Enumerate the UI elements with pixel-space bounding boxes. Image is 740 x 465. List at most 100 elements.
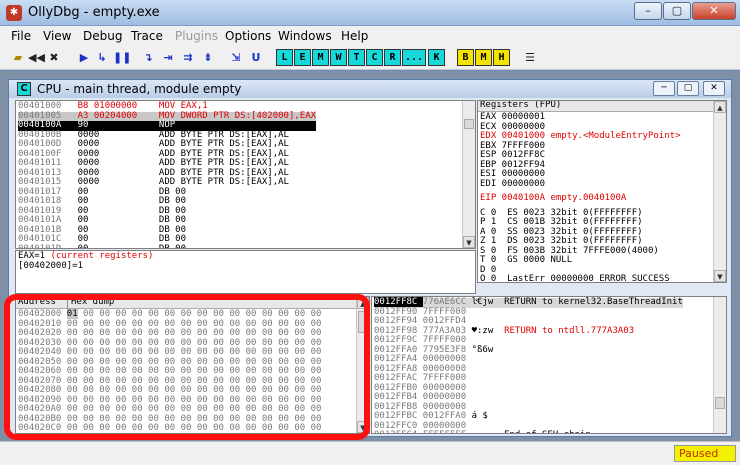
dump-address: 00402010 <box>18 318 67 329</box>
run-trace-button[interactable]: ... <box>402 49 426 66</box>
scroll-down-arrow[interactable]: ▼ <box>463 236 475 248</box>
disassembly-pane[interactable]: 00401000 B8 01000000 MOV EAX,1 00401005 A… <box>15 100 476 249</box>
references-button[interactable]: R <box>384 49 401 66</box>
menu-debug[interactable]: Debug <box>83 29 122 43</box>
scrollbar-thumb[interactable] <box>464 119 474 129</box>
stack-comment: RETURN to ntdll.777A3A03 <box>504 325 635 336</box>
menu-plugins[interactable]: Plugins <box>175 29 218 43</box>
dump-row[interactable]: 004020C0 00 00 00 00 00 00 00 00 00 00 0… <box>18 423 322 433</box>
disasm-instruction: DB 00 <box>158 215 186 225</box>
column-address[interactable]: Address <box>18 297 56 308</box>
windows-button[interactable]: W <box>330 49 347 66</box>
stack-value: 00000000 <box>422 363 472 374</box>
scrollbar-thumb[interactable] <box>715 397 725 409</box>
stack-comment: RETURN to kernel32.BaseThreadInit <box>504 297 683 307</box>
stack-value: 00000000 <box>422 392 472 402</box>
go-to-icon[interactable]: ⇲ <box>228 49 244 66</box>
dump-bytes: 00 00 00 00 00 00 00 00 00 00 00 00 00 0… <box>66 423 322 433</box>
stack-address: 0012FFB4 <box>374 392 423 402</box>
disasm-row[interactable]: 0040101D 00 DB 00 <box>18 243 316 249</box>
stack-ascii <box>472 354 505 364</box>
menu-trace[interactable]: Trace <box>131 29 163 43</box>
rewind-icon[interactable]: ◀◀ <box>28 49 45 66</box>
disasm-address: 0040101A <box>18 215 73 225</box>
column-hex-dump[interactable]: Hex dump <box>71 297 114 308</box>
stack-scrollbar[interactable] <box>713 297 726 433</box>
threads-button[interactable]: T <box>348 49 365 66</box>
menu-file[interactable]: File <box>11 29 31 43</box>
dump-bytes: 00 00 00 00 00 00 00 00 00 00 00 00 00 0… <box>66 385 322 395</box>
scroll-down-arrow[interactable]: ▼ <box>357 421 369 433</box>
stack-ascii <box>472 430 505 433</box>
dump-bytes: 00 00 00 00 00 00 00 00 00 00 00 00 00 0… <box>66 404 322 414</box>
dump-address: 004020A0 <box>18 404 67 414</box>
stack-ascii <box>472 421 505 431</box>
stack-ascii <box>472 316 505 326</box>
cpu-minimize-button[interactable]: ─ <box>653 81 675 96</box>
close-icon[interactable]: ✖ <box>46 49 62 66</box>
disasm-address: 00401011 <box>18 158 73 168</box>
cpu-close-button[interactable]: ✕ <box>703 81 725 96</box>
registers-scrollbar[interactable]: ▲ ▼ <box>713 101 726 282</box>
user-code-icon[interactable]: U <box>248 49 264 66</box>
open-icon[interactable]: ▰ <box>10 49 26 66</box>
call-stack-button[interactable]: K <box>428 49 445 66</box>
maximize-button[interactable]: ▢ <box>663 2 691 20</box>
stack-value: 7FFFF000 <box>422 306 472 317</box>
disassembly-scrollbar[interactable]: ▼ <box>462 101 475 248</box>
dump-bytes: 00 00 00 00 00 00 00 00 00 00 00 00 00 0… <box>66 394 322 405</box>
breakpoints-button[interactable]: B <box>457 49 474 66</box>
hardware-breakpoints-button[interactable]: H <box>493 49 510 66</box>
hex-dump-scrollbar[interactable]: ▲ ▼ <box>356 297 369 433</box>
scroll-up-arrow[interactable]: ▲ <box>714 101 726 113</box>
menu-view[interactable]: View <box>43 29 71 43</box>
stack-comment: End of SEH chain <box>504 430 591 433</box>
disasm-address: 00401013 <box>18 167 73 178</box>
trace-over-icon[interactable]: ⇉ <box>180 49 196 66</box>
info-pane: EAX=1 (current registers) [00402000]=1 <box>15 250 476 294</box>
memory-breakpoints-button[interactable]: M <box>475 49 492 66</box>
disasm-instruction: ADD BYTE PTR DS:[EAX],AL <box>158 139 289 149</box>
disasm-instruction: NOP <box>158 120 176 130</box>
run-icon[interactable]: ▶ <box>76 49 92 66</box>
cpu-button[interactable]: C <box>366 49 383 66</box>
dump-address: 00402080 <box>18 385 67 395</box>
stack-row[interactable]: 0012FFC4 FFFFFFFF End of SEH chain <box>374 430 683 433</box>
menu-options[interactable]: Options <box>225 29 271 43</box>
registers-pane[interactable]: Registers (FPU) EAX 00000001 ECX 00000000… <box>477 100 727 283</box>
scrollbar-thumb[interactable] <box>358 311 368 333</box>
stack-value: 7795E3F8 <box>422 344 472 355</box>
stack-address: 0012FF8C <box>374 297 423 307</box>
step-over-icon[interactable]: ↴ <box>140 49 156 66</box>
pause-icon[interactable]: ❚❚ <box>113 49 131 66</box>
register-row: EDI 00000000 <box>480 178 546 189</box>
disasm-address: 0040100B <box>18 129 73 140</box>
memory-map-button[interactable]: M <box>312 49 329 66</box>
disasm-hex: 0000 <box>77 129 149 140</box>
registers-header: Registers (FPU) <box>478 101 715 112</box>
menu-help[interactable]: Help <box>341 29 368 43</box>
disasm-instruction: ADD BYTE PTR DS:[EAX],AL <box>158 148 289 159</box>
disasm-hex: 00 <box>77 243 149 249</box>
step-into-icon[interactable]: ↳ <box>94 49 110 66</box>
stack-ascii <box>472 402 505 412</box>
close-button[interactable]: ✕ <box>692 2 736 20</box>
execute-till-return-icon[interactable]: ⇟ <box>200 49 216 66</box>
stack-ascii: °ß6w <box>471 344 505 355</box>
disasm-address: 00401015 <box>18 177 73 187</box>
hex-dump-pane[interactable]: Address Hex dump 00402000 01 00 00 00 00… <box>15 296 370 434</box>
scroll-up-arrow[interactable]: ▲ <box>357 297 369 309</box>
executables-button[interactable]: E <box>294 49 311 66</box>
stack-pane[interactable]: 0012FF8C 776AE6CC ŀ€jw RETURN to kernel3… <box>371 296 727 434</box>
disasm-hex: B8 01000000 <box>77 101 149 111</box>
minimize-button[interactable]: – <box>634 2 662 20</box>
log-window-button[interactable]: L <box>276 49 293 66</box>
scroll-down-arrow[interactable]: ▼ <box>714 270 726 282</box>
dump-bytes: 00 00 00 00 00 00 00 00 00 00 00 00 00 0… <box>66 413 322 424</box>
cpu-maximize-button[interactable]: ▢ <box>677 81 699 96</box>
list-icon[interactable]: ☰ <box>522 49 538 66</box>
menu-windows[interactable]: Windows <box>278 29 332 43</box>
dump-address: 004020C0 <box>18 423 67 433</box>
dump-bytes: 00 00 00 00 00 00 00 00 00 00 00 00 00 0… <box>66 328 322 338</box>
trace-into-icon[interactable]: ⇥ <box>160 49 176 66</box>
